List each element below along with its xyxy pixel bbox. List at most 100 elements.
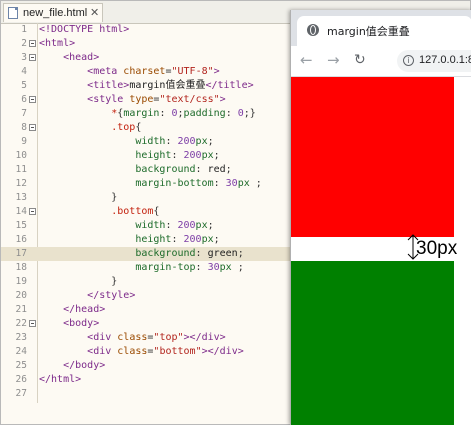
- code-token: margin-top: [135, 262, 196, 273]
- code-token: type: [129, 94, 154, 105]
- code-token: </title>: [205, 80, 254, 91]
- url-text[interactable]: 127.0.0.1:802: [419, 54, 471, 66]
- address-bar[interactable]: i 127.0.0.1:802: [397, 50, 471, 72]
- forward-arrow-icon[interactable]: →: [327, 52, 340, 68]
- margin-annotation-label: 30px: [416, 238, 458, 259]
- line-number: 2: [21, 38, 27, 49]
- code-text: width: 200px;: [39, 135, 214, 149]
- code-text: </html>: [39, 373, 81, 387]
- fold-collapse-icon[interactable]: [29, 54, 36, 61]
- code-token: :: [195, 248, 208, 259]
- line-number: 10: [15, 150, 27, 161]
- tab-label: new_file.html: [23, 7, 88, 19]
- code-token: <html>: [39, 38, 76, 49]
- code-token: padding: [183, 108, 226, 119]
- code-token: .bottom: [111, 206, 154, 217]
- line-number: 21: [15, 304, 27, 315]
- code-text: <style type="text/css">: [39, 93, 226, 107]
- info-icon[interactable]: i: [403, 55, 414, 66]
- code-text: *{margin: 0;padding: 0;}: [39, 107, 256, 121]
- fold-collapse-icon[interactable]: [29, 96, 36, 103]
- code-token: <title>: [87, 80, 130, 91]
- code-text: </style>: [39, 289, 135, 303]
- code-text: margin-bottom: 30px ;: [39, 177, 262, 191]
- line-number: 11: [15, 164, 27, 175]
- tab-new-file-html[interactable]: new_file.html ✕: [3, 3, 103, 22]
- code-token: margin值会重叠: [129, 80, 206, 91]
- code-text: margin-top: 30px ;: [39, 261, 244, 275]
- code-token: <div: [87, 346, 118, 357]
- code-token: <body>: [63, 318, 100, 329]
- line-number: 17: [15, 248, 27, 259]
- code-token: ;: [237, 262, 244, 273]
- code-token: ></div>: [183, 332, 226, 343]
- code-token: px: [201, 234, 214, 245]
- code-token: ;: [207, 136, 214, 147]
- code-token: </html>: [39, 374, 82, 385]
- line-number: 27: [15, 388, 27, 399]
- close-tab-icon[interactable]: ✕: [90, 6, 99, 19]
- fold-collapse-icon[interactable]: [29, 124, 36, 131]
- code-text: }: [39, 275, 117, 289]
- code-token: px: [195, 136, 208, 147]
- browser-toolbar: ← → ↻ i 127.0.0.1:802: [291, 46, 471, 77]
- code-token: :: [225, 108, 238, 119]
- fold-collapse-icon[interactable]: [29, 40, 36, 47]
- code-token: ;: [225, 164, 232, 175]
- code-text: </head>: [39, 303, 105, 317]
- browser-tab[interactable]: margin值会重叠: [297, 16, 471, 46]
- line-number: 15: [15, 220, 27, 231]
- code-token: px: [237, 178, 256, 189]
- code-token: .top: [111, 122, 136, 133]
- back-arrow-icon[interactable]: ←: [300, 52, 313, 68]
- code-token: 200: [183, 150, 202, 161]
- code-token: margin-bottom: [135, 178, 214, 189]
- code-token: 30: [225, 178, 238, 189]
- code-token: </head>: [63, 304, 106, 315]
- fold-collapse-icon[interactable]: [29, 208, 36, 215]
- code-text: <title>margin值会重叠</title>: [39, 79, 254, 93]
- code-token: <style: [87, 94, 130, 105]
- code-token: :: [195, 262, 208, 273]
- code-token: 200: [177, 220, 196, 231]
- code-token: width: [135, 136, 166, 147]
- code-token: height: [135, 234, 172, 245]
- code-token: }: [111, 192, 118, 203]
- code-text: background: green;: [39, 247, 243, 261]
- code-token: class: [117, 332, 148, 343]
- code-text: width: 200px;: [39, 219, 213, 233]
- code-token: "bottom": [153, 346, 202, 357]
- fold-collapse-icon[interactable]: [29, 320, 36, 327]
- code-token: :: [159, 108, 172, 119]
- code-text: <meta charset="UTF-8">: [39, 65, 220, 79]
- code-token: ;: [255, 178, 262, 189]
- line-number: 6: [21, 94, 27, 105]
- bottom-green-box: [291, 261, 454, 425]
- code-token: ;: [213, 150, 220, 161]
- browser-window: margin值会重叠 ← → ↻ i 127.0.0.1:802: [290, 10, 471, 425]
- code-text: .top{: [39, 121, 141, 135]
- code-token: <head>: [63, 52, 100, 63]
- line-number: 5: [21, 80, 27, 91]
- code-token: 30: [207, 262, 220, 273]
- line-number: 24: [15, 346, 27, 357]
- line-number: 12: [15, 178, 27, 189]
- code-token: <meta: [87, 66, 124, 77]
- code-token: "UTF-8": [171, 66, 214, 77]
- reload-icon[interactable]: ↻: [354, 52, 366, 68]
- code-text: <div class="bottom"></div>: [39, 345, 244, 359]
